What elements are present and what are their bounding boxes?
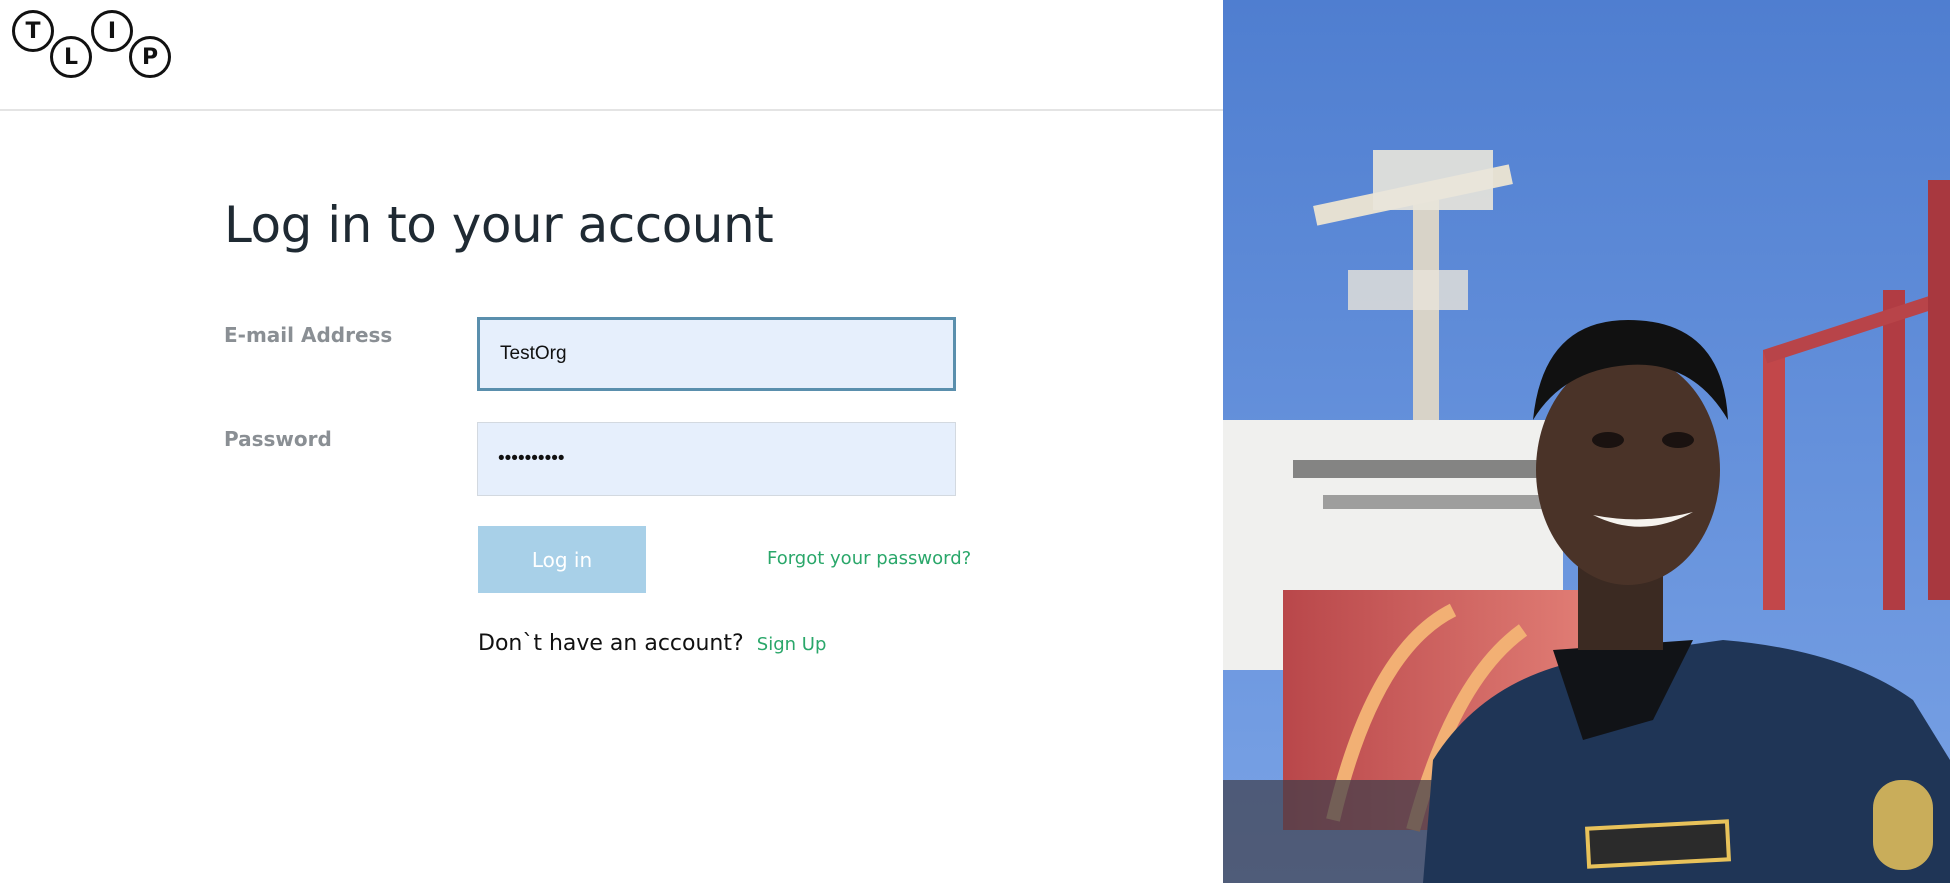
login-button[interactable]: Log in bbox=[478, 526, 646, 593]
logo-letter-i: I bbox=[91, 10, 133, 52]
signup-row: Don`t have an account? Sign Up bbox=[478, 631, 826, 656]
password-label: Password bbox=[224, 427, 332, 451]
password-field[interactable] bbox=[477, 422, 956, 496]
email-label: E-mail Address bbox=[224, 323, 393, 347]
forgot-password-link[interactable]: Forgot your password? bbox=[767, 548, 971, 569]
logo-letter-t: T bbox=[12, 10, 54, 52]
email-field[interactable] bbox=[477, 317, 956, 391]
tlip-logo[interactable]: T L I P bbox=[12, 10, 182, 82]
logo-letter-l: L bbox=[50, 36, 92, 78]
logo-letter-p: P bbox=[129, 36, 171, 78]
header: T L I P bbox=[0, 0, 1223, 111]
no-account-text: Don`t have an account? bbox=[478, 631, 744, 656]
security-officer-photo bbox=[1223, 0, 1950, 883]
hero-photo bbox=[1223, 0, 1950, 883]
page-title: Log in to your account bbox=[224, 196, 774, 254]
signup-link[interactable]: Sign Up bbox=[757, 634, 827, 655]
login-pane: T L I P Log in to your account E-mail Ad… bbox=[0, 0, 1223, 883]
